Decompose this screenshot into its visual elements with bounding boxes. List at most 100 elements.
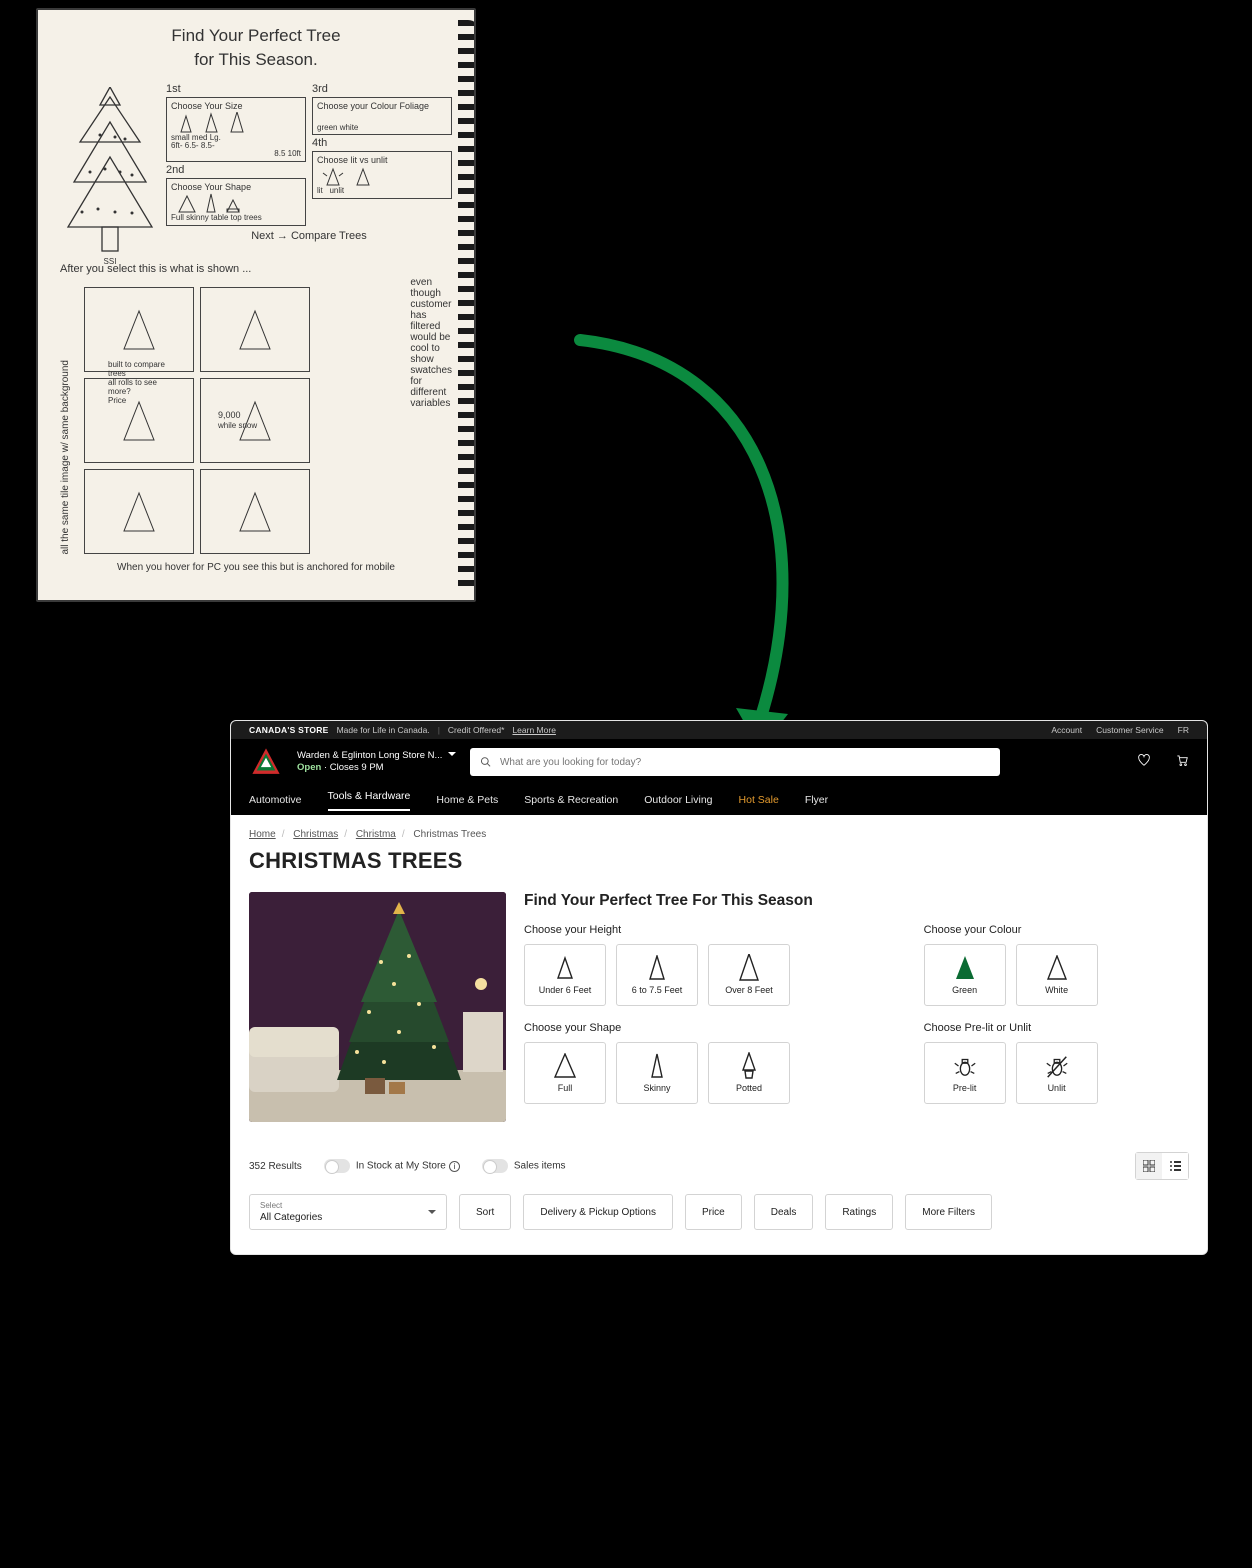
store-status: Open <box>297 762 321 773</box>
opt-label: 6 to 7.5 Feet <box>632 985 683 995</box>
language-toggle[interactable]: FR <box>1178 725 1189 735</box>
crumb-home[interactable]: Home <box>249 829 276 840</box>
brand-tagline: Made for Life in Canada. <box>337 725 430 735</box>
sketch-box-size-title: Choose Your Size <box>171 102 301 111</box>
bulb-off-icon <box>1044 1053 1070 1079</box>
info-icon[interactable]: i <box>449 1161 460 1172</box>
colour-option-white[interactable]: White <box>1016 944 1098 1006</box>
lit-option-prelit[interactable]: Pre-lit <box>924 1042 1006 1104</box>
sketch-box-shape-title: Choose Your Shape <box>171 183 301 192</box>
toggle-in-stock[interactable]: In Stock at My Storei <box>324 1159 460 1173</box>
brand-label: CANADA'S STORE <box>249 725 329 735</box>
search-bar[interactable] <box>470 748 1000 776</box>
sketch-title-line2: for This Season. <box>60 50 452 70</box>
opt-label: Skinny <box>643 1083 670 1093</box>
finder-title: Find Your Perfect Tree For This Season <box>524 892 1189 910</box>
opt-label: White <box>1045 985 1068 995</box>
category-select[interactable]: Select All Categories <box>249 1194 447 1230</box>
tree-outline-icon <box>644 955 670 981</box>
account-link[interactable]: Account <box>1051 725 1082 735</box>
shape-option-full[interactable]: Full <box>524 1042 606 1104</box>
sketch-ss-label: SSI <box>60 257 160 266</box>
sketch-big-tree: SSI <box>60 87 160 257</box>
sort-button[interactable]: Sort <box>459 1194 511 1230</box>
search-input[interactable] <box>500 757 990 768</box>
list-view-button[interactable] <box>1162 1153 1188 1179</box>
deals-filter-button[interactable]: Deals <box>754 1194 814 1230</box>
sketch-next-line: Next → Compare Trees <box>166 230 452 242</box>
sketch-wireframe-photo: Find Your Perfect Tree for This Season. … <box>36 8 476 602</box>
sketch-box-colour-title: Choose your Colour Foliage <box>317 102 447 111</box>
toggle-sales-items[interactable]: Sales items <box>482 1159 566 1173</box>
page-title: CHRISTMAS TREES <box>249 848 1189 874</box>
opt-label: Over 8 Feet <box>725 985 773 995</box>
shape-option-skinny[interactable]: Skinny <box>616 1042 698 1104</box>
nav-sports-recreation[interactable]: Sports & Recreation <box>524 794 618 806</box>
crumb-christma[interactable]: Christma <box>356 829 396 840</box>
wishlist-button[interactable] <box>1137 753 1151 772</box>
price-filter-button[interactable]: Price <box>685 1194 742 1230</box>
tree-full-icon <box>552 1053 578 1079</box>
header-main-row: Warden & Eglinton Long Store N... Open ·… <box>231 739 1207 785</box>
tree-finder: Find Your Perfect Tree For This Season C… <box>249 892 1189 1122</box>
ratings-filter-button[interactable]: Ratings <box>825 1194 893 1230</box>
crumb-christmas[interactable]: Christmas <box>293 829 338 840</box>
list-icon <box>1169 1160 1181 1172</box>
category-select-value: All Categories <box>260 1212 322 1223</box>
sketch-box-colour: Choose your Colour Foliage green white <box>312 97 452 135</box>
category-nav: Automotive Tools & Hardware Home & Pets … <box>231 785 1207 815</box>
ui-screenshot-panel: CANADA'S STORE Made for Life in Canada. … <box>230 720 1208 1255</box>
search-icon <box>480 756 492 768</box>
tree-green-icon <box>952 955 978 981</box>
sketch-grid-note-1: 9,000while snow <box>218 410 257 430</box>
height-option-6-7[interactable]: 6 to 7.5 Feet <box>616 944 698 1006</box>
nav-home-pets[interactable]: Home & Pets <box>436 794 498 806</box>
sketch-cell <box>84 469 194 554</box>
cart-icon <box>1175 753 1189 767</box>
flow-arrow-icon <box>560 330 860 770</box>
tree-outline-icon <box>552 955 578 981</box>
tree-outline-icon <box>1044 955 1070 981</box>
learn-more-link[interactable]: Learn More <box>512 725 555 735</box>
sketch-box-shape: Choose Your Shape Full skinny table top … <box>166 178 306 226</box>
filter-bar: Select All Categories Sort Delivery & Pi… <box>249 1194 1189 1230</box>
bulb-on-icon <box>952 1053 978 1079</box>
hero-image <box>249 892 506 1122</box>
utility-bar: CANADA'S STORE Made for Life in Canada. … <box>231 721 1207 739</box>
cart-button[interactable] <box>1175 753 1189 772</box>
opt-label: Green <box>952 985 977 995</box>
delivery-pickup-button[interactable]: Delivery & Pickup Options <box>523 1194 673 1230</box>
nav-hot-sale[interactable]: Hot Sale <box>739 794 779 806</box>
switch-icon <box>324 1159 350 1173</box>
lit-option-unlit[interactable]: Unlit <box>1016 1042 1098 1104</box>
grid-icon <box>1143 1160 1155 1172</box>
opt-label: Potted <box>736 1083 762 1093</box>
sketch-bottom-note: When you hover for PC you see this but i… <box>60 562 452 573</box>
store-logo[interactable] <box>249 745 283 779</box>
store-name: Warden & Eglinton Long Store N... <box>297 750 442 761</box>
height-option-under-6[interactable]: Under 6 Feet <box>524 944 606 1006</box>
shape-option-potted[interactable]: Potted <box>708 1042 790 1104</box>
results-bar: 352 Results In Stock at My Storei Sales … <box>249 1152 1189 1180</box>
nav-automotive[interactable]: Automotive <box>249 794 302 806</box>
more-filters-button[interactable]: More Filters <box>905 1194 992 1230</box>
colour-group-label: Choose your Colour <box>924 924 1189 936</box>
credit-offered-label: Credit Offered* <box>448 725 505 735</box>
height-option-over-8[interactable]: Over 8 Feet <box>708 944 790 1006</box>
sketch-box-size: Choose Your Size small med Lg. 6ft- 6.5-… <box>166 97 306 162</box>
nav-tools-hardware[interactable]: Tools & Hardware <box>328 790 411 811</box>
sketch-box-lit: Choose lit vs unlit lit unlit <box>312 151 452 199</box>
sketch-grid-note-0: built to compare treesall rolls to see m… <box>108 360 168 405</box>
colour-option-green[interactable]: Green <box>924 944 1006 1006</box>
sketch-label-3rd: 3rd <box>312 83 452 95</box>
store-selector[interactable]: Warden & Eglinton Long Store N... Open ·… <box>297 750 456 774</box>
crumb-current: Christmas Trees <box>413 829 486 840</box>
height-group-label: Choose your Height <box>524 924 896 936</box>
shape-group-label: Choose your Shape <box>524 1022 896 1034</box>
customer-service-link[interactable]: Customer Service <box>1096 725 1164 735</box>
nav-flyer[interactable]: Flyer <box>805 794 828 806</box>
breadcrumb: Home/ Christmas/ Christma/ Christmas Tre… <box>249 829 1189 840</box>
grid-view-button[interactable] <box>1136 1153 1162 1179</box>
nav-outdoor-living[interactable]: Outdoor Living <box>644 794 712 806</box>
sketch-cell <box>200 469 310 554</box>
